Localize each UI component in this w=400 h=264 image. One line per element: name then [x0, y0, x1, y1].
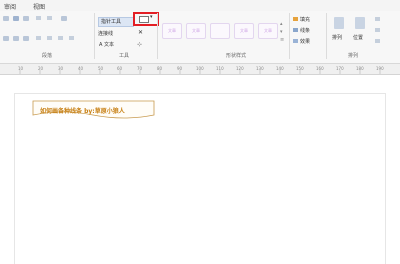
font-size-icon[interactable] — [61, 16, 67, 21]
close-icon[interactable]: ✕ — [138, 29, 143, 36]
ruler-label: 10 — [18, 66, 24, 71]
canvas-title-text[interactable]: 如何画各种线条 by:草原小狼人 — [40, 106, 125, 115]
group-label-tools: 工具 — [119, 53, 130, 59]
pointer-tool-label: 指针工具 — [101, 19, 122, 25]
crop-icon[interactable]: ⊹ — [137, 41, 142, 48]
ruler-label: 150 — [296, 66, 304, 71]
decrease-indent-icon[interactable] — [47, 36, 52, 40]
more-styles-icon[interactable]: ≡ — [280, 37, 284, 43]
ruler-label: 20 — [38, 66, 44, 71]
tab-view[interactable]: 视图 — [33, 2, 45, 11]
effect-icon[interactable] — [293, 39, 298, 43]
ruler-label: 70 — [137, 66, 143, 71]
align-objects-icon[interactable] — [375, 28, 380, 32]
shape-style-thumbnail[interactable]: 文章 — [162, 23, 182, 39]
group-label-arrange: 排列 — [348, 53, 359, 59]
group-icon[interactable] — [375, 17, 380, 21]
rotate-icon[interactable] — [375, 39, 380, 43]
paragraph-spacing-icon[interactable] — [69, 36, 74, 40]
increase-indent-icon[interactable] — [58, 36, 63, 40]
tab-review[interactable]: 审阅 — [4, 2, 16, 11]
connector-tool[interactable]: 连接线 — [98, 30, 113, 37]
justify-icon[interactable] — [36, 36, 41, 40]
align-top-icon[interactable] — [3, 16, 9, 21]
ruler-label: 190 — [376, 66, 384, 71]
align-middle-icon[interactable] — [13, 16, 19, 21]
ruler-label: 100 — [196, 66, 204, 71]
shape-style-thumbnail[interactable]: 文章 — [234, 23, 254, 39]
position-icon[interactable] — [355, 17, 365, 29]
ribbon-tab-bar: 审阅 视图 — [0, 0, 400, 11]
group-divider — [94, 13, 95, 59]
ruler-label: 90 — [177, 66, 183, 71]
ruler-label: 160 — [316, 66, 324, 71]
chevron-down-icon[interactable]: ▾ — [150, 14, 153, 20]
align-right-icon[interactable] — [23, 36, 29, 41]
ruler-label: 130 — [256, 66, 264, 71]
ruler-label: 180 — [356, 66, 364, 71]
fill-icon[interactable] — [293, 17, 298, 21]
bullets-icon[interactable] — [47, 16, 52, 20]
scroll-down-icon[interactable]: ▾ — [280, 29, 283, 35]
align-center-icon[interactable] — [13, 36, 19, 41]
line-button[interactable]: 线条 — [300, 27, 310, 34]
ruler-label: 110 — [216, 66, 224, 71]
align-left-icon[interactable] — [3, 36, 9, 41]
ruler-label: 170 — [336, 66, 344, 71]
ruler-label: 80 — [157, 66, 163, 71]
shape-style-thumbnail[interactable]: 文章 — [258, 23, 278, 39]
group-label-paragraph: 段落 — [42, 53, 53, 59]
horizontal-ruler: 10 20 30 40 50 60 70 80 90 100 110 120 1… — [0, 64, 400, 75]
fill-button[interactable]: 填充 — [300, 16, 310, 23]
effect-button[interactable]: 效果 — [300, 38, 310, 45]
group-divider — [326, 13, 327, 59]
shape-style-thumbnail[interactable] — [210, 23, 230, 39]
rectangle-tool-icon[interactable] — [139, 16, 149, 23]
group-divider — [157, 13, 158, 59]
text-tool[interactable]: A 文本 — [99, 41, 114, 48]
ruler-label: 30 — [58, 66, 64, 71]
ruler-label: 120 — [236, 66, 244, 71]
scroll-up-icon[interactable]: ▴ — [280, 21, 283, 27]
text-direction-icon[interactable] — [36, 16, 41, 20]
arrange-icon[interactable] — [334, 17, 344, 29]
position-button[interactable]: 位置 — [353, 34, 363, 41]
pointer-tool-button[interactable]: 指针工具 — [98, 17, 134, 27]
group-divider — [289, 13, 290, 59]
ruler-label: 60 — [117, 66, 123, 71]
ruler-label: 50 — [98, 66, 104, 71]
group-label-shape-styles: 形状样式 — [226, 53, 247, 59]
line-icon[interactable] — [293, 28, 298, 32]
shape-style-thumbnail[interactable]: 文章 — [186, 23, 206, 39]
arrange-button[interactable]: 排列 — [332, 34, 342, 41]
align-bottom-icon[interactable] — [23, 16, 29, 21]
ruler-label: 140 — [276, 66, 284, 71]
ruler-label: 40 — [78, 66, 84, 71]
